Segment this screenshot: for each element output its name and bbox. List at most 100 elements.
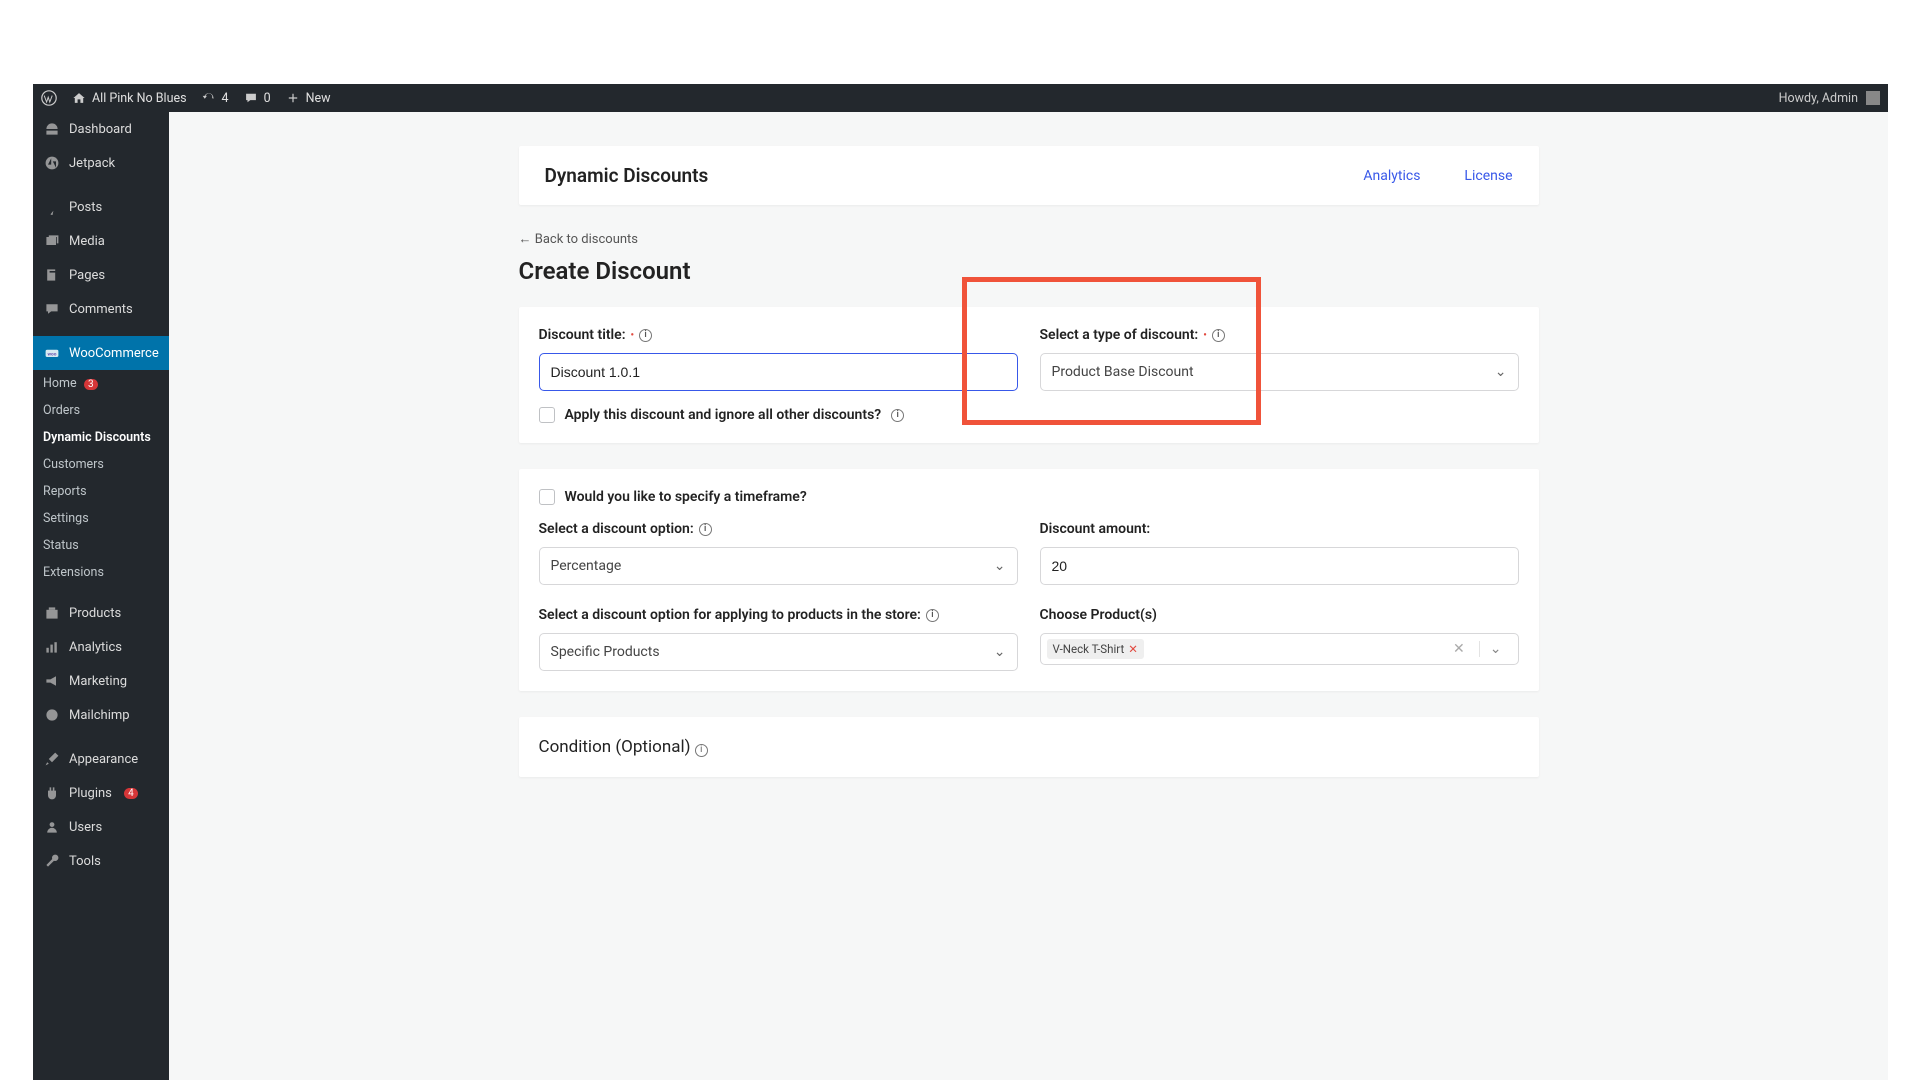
analytics-link[interactable]: Analytics [1363,168,1420,184]
products-multiselect[interactable]: V-Neck T-Shirt ✕ ✕ ⌄ [1040,633,1519,665]
comments-count: 0 [264,91,271,106]
sidebar-item-marketing[interactable]: Marketing [33,664,169,698]
discount-option-select[interactable]: Percentage ⌄ [539,547,1018,585]
new-label: New [306,91,331,106]
sidebar-item-users[interactable]: Users [33,810,169,844]
condition-card: Condition (Optional) i [519,717,1539,777]
sidebar-sub-reports[interactable]: Reports [33,478,169,505]
avatar[interactable] [1866,91,1880,105]
required-indicator: • [1203,330,1207,341]
woocommerce-icon: woo [43,344,61,362]
back-link[interactable]: ← Back to discounts [519,231,1539,247]
new-link[interactable]: New [285,90,331,106]
home-icon [71,90,87,106]
sidebar-item-dashboard[interactable]: Dashboard [33,112,169,146]
condition-heading: Condition (Optional) i [539,737,1519,757]
site-link[interactable]: All Pink No Blues [71,90,187,106]
info-icon[interactable]: i [926,609,939,622]
discount-option-label: Select a discount option: i [539,521,1018,537]
discount-title-label: Discount title: • i [539,327,1018,343]
sidebar-item-label: Mailchimp [69,708,130,723]
clear-all-icon[interactable]: ✕ [1445,641,1473,657]
content-area: Dynamic Discounts Analytics License ← Ba… [169,112,1888,1080]
sidebar-sub-orders[interactable]: Orders [33,397,169,424]
sidebar-item-products[interactable]: Products [33,596,169,630]
sidebar-item-label: Tools [69,854,101,869]
info-icon[interactable]: i [699,523,712,536]
select-value: Product Base Discount [1052,364,1194,380]
sidebar-item-label: Status [43,538,79,553]
sidebar-item-analytics[interactable]: Analytics [33,630,169,664]
svg-text:woo: woo [48,352,57,357]
sidebar-item-appearance[interactable]: Appearance [33,742,169,776]
sidebar-item-label: Media [69,234,105,249]
sidebar-item-label: Dynamic Discounts [43,430,151,445]
license-link[interactable]: License [1464,168,1512,184]
sidebar-item-label: Customers [43,457,104,472]
products-icon [43,604,61,622]
timeframe-checkbox[interactable] [539,489,555,505]
user-icon [43,818,61,836]
select-value: Specific Products [551,644,660,660]
howdy-text[interactable]: Howdy, Admin [1779,91,1858,106]
sidebar-sub-home[interactable]: Home 3 [33,370,169,397]
sidebar-sub-dynamic-discounts[interactable]: Dynamic Discounts [33,424,169,451]
discount-options-card: Would you like to specify a timeframe? S… [519,469,1539,691]
info-icon[interactable]: i [1212,329,1225,342]
updates-count: 4 [222,91,229,106]
pages-icon [43,266,61,284]
comments-link[interactable]: 0 [243,90,271,106]
info-icon[interactable]: i [891,409,904,422]
sidebar-item-plugins[interactable]: Plugins 4 [33,776,169,810]
wp-logo[interactable] [41,90,57,106]
chevron-down-icon: ⌄ [994,558,1006,574]
remove-tag-icon[interactable]: ✕ [1128,642,1138,656]
sidebar-item-label: Dashboard [69,122,132,137]
sidebar-sub-extensions[interactable]: Extensions [33,559,169,586]
media-icon [43,232,61,250]
site-name: All Pink No Blues [92,91,187,106]
wrench-icon [43,852,61,870]
update-icon [201,90,217,106]
chevron-down-icon: ⌄ [994,644,1006,660]
plus-icon [285,90,301,106]
sidebar-item-tools[interactable]: Tools [33,844,169,878]
sidebar-sub-customers[interactable]: Customers [33,451,169,478]
product-tag: V-Neck T-Shirt ✕ [1047,639,1144,659]
sidebar-item-label: Reports [43,484,87,499]
ignore-checkbox[interactable] [539,407,555,423]
apply-option-select[interactable]: Specific Products ⌄ [539,633,1018,671]
sidebar-item-label: Orders [43,403,80,418]
discount-type-select[interactable]: Product Base Discount ⌄ [1040,353,1519,391]
info-icon[interactable]: i [639,329,652,342]
sidebar-item-woocommerce[interactable]: woo WooCommerce [33,336,169,370]
discount-title-input[interactable] [539,353,1018,391]
amount-input[interactable] [1040,547,1519,585]
select-value: Percentage [551,558,622,574]
sidebar-item-label: Users [69,820,102,835]
plugin-title: Dynamic Discounts [545,164,709,187]
sidebar-item-label: Marketing [69,674,127,689]
analytics-icon [43,638,61,656]
plug-icon [43,784,61,802]
brush-icon [43,750,61,768]
sidebar-item-posts[interactable]: Posts [33,190,169,224]
amount-label: Discount amount: [1040,521,1519,537]
sidebar-sub-settings[interactable]: Settings [33,505,169,532]
sidebar-item-jetpack[interactable]: Jetpack [33,146,169,180]
chevron-down-icon[interactable]: ⌄ [1479,641,1512,657]
timeframe-label: Would you like to specify a timeframe? [565,489,807,505]
sidebar-item-label: Plugins [69,786,112,801]
discount-basics-card: Discount title: • i Apply this discount … [519,307,1539,443]
sidebar-item-label: Settings [43,511,89,526]
sidebar-sub-status[interactable]: Status [33,532,169,559]
sidebar-item-mailchimp[interactable]: Mailchimp [33,698,169,732]
wordpress-icon [41,90,57,106]
sidebar-item-comments[interactable]: Comments [33,292,169,326]
sidebar-item-pages[interactable]: Pages [33,258,169,292]
chevron-down-icon: ⌄ [1495,364,1507,380]
sidebar-item-media[interactable]: Media [33,224,169,258]
updates-link[interactable]: 4 [201,90,229,106]
ignore-label: Apply this discount and ignore all other… [565,407,882,423]
info-icon[interactable]: i [695,744,708,757]
